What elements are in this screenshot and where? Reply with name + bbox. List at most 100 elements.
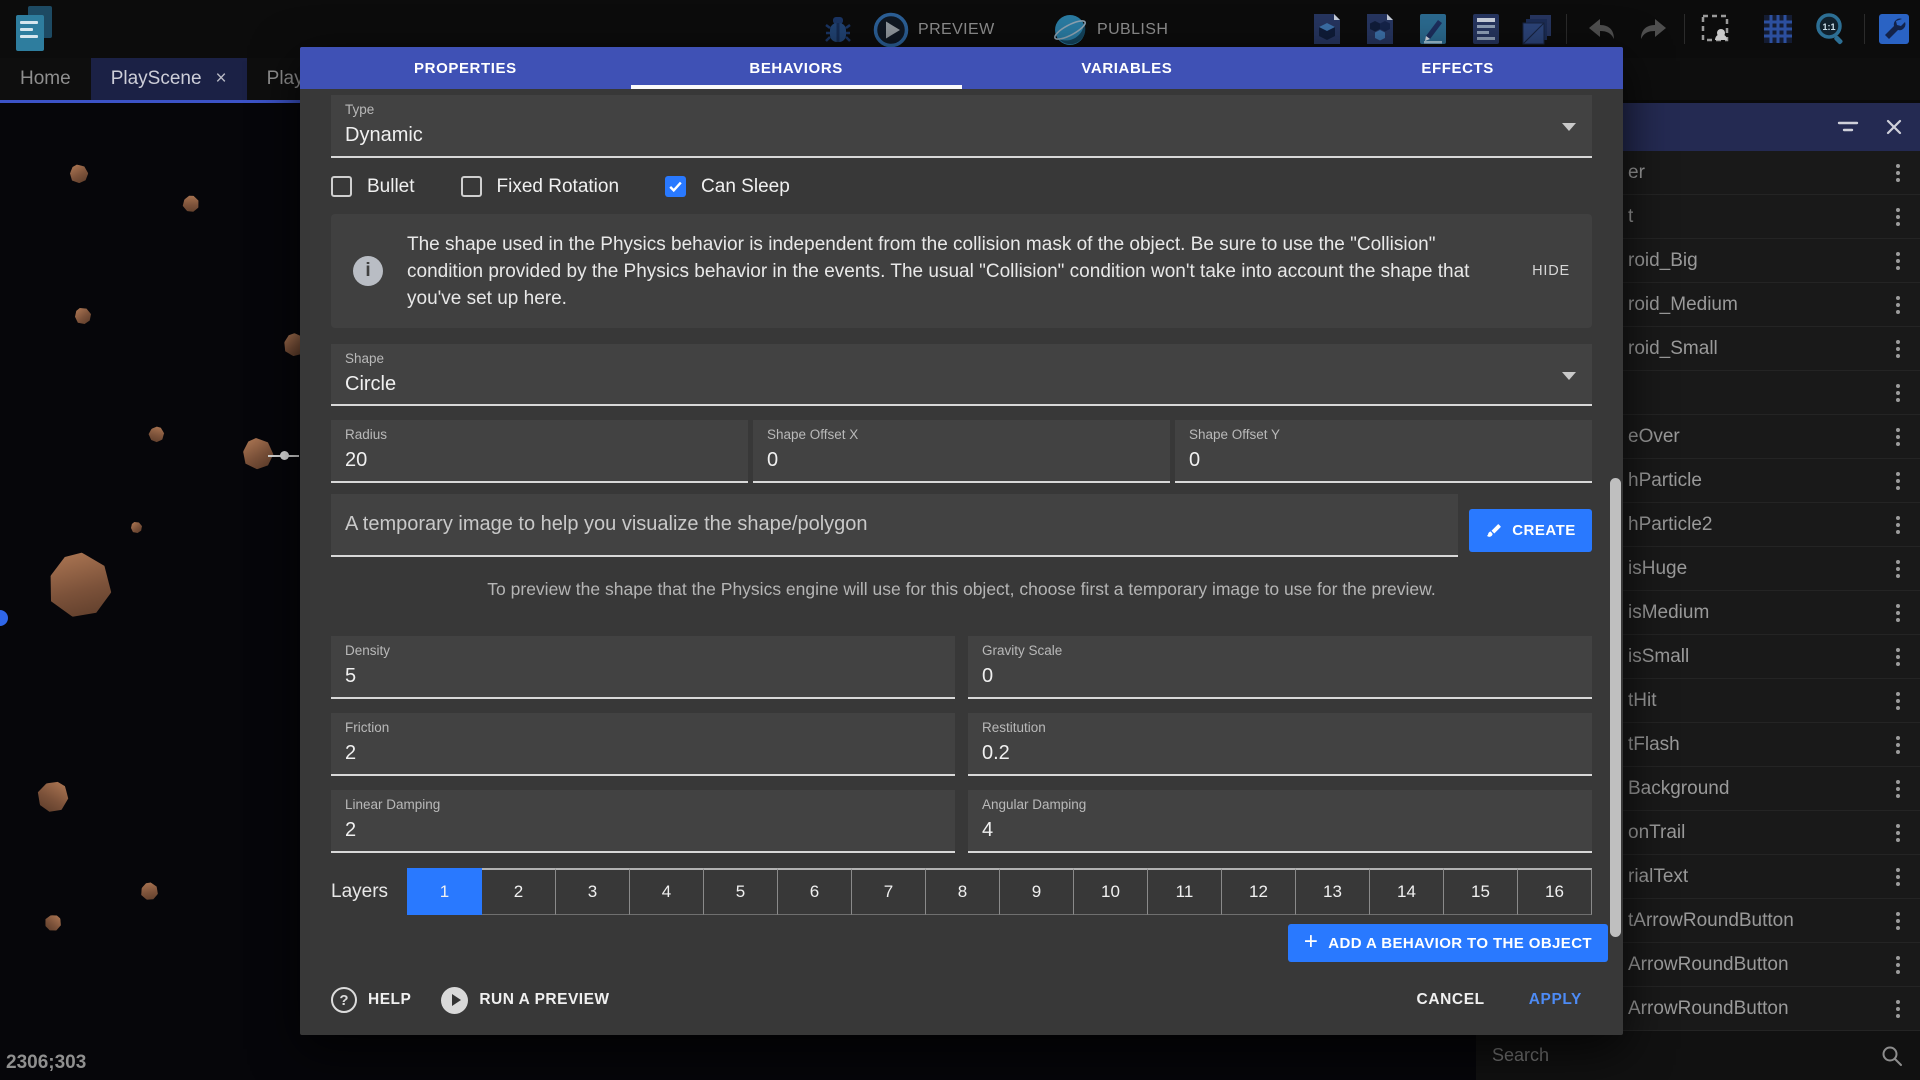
kebab-menu-icon[interactable] — [1892, 820, 1904, 846]
temp-image-field[interactable]: A temporary image to help you visualize … — [331, 494, 1458, 557]
layer-cell-1[interactable]: 1 — [407, 868, 482, 915]
search-input[interactable] — [1492, 1045, 1880, 1066]
layer-cell-4[interactable]: 4 — [630, 868, 704, 915]
tab-properties[interactable]: PROPERTIES — [300, 47, 631, 89]
asteroid-object[interactable] — [240, 436, 277, 473]
density-field[interactable]: Density 5 — [331, 636, 955, 699]
asteroid-object[interactable] — [39, 545, 121, 627]
objects-group-icon[interactable] — [1362, 11, 1398, 47]
asteroid-object[interactable] — [34, 778, 72, 816]
kebab-menu-icon[interactable] — [1892, 556, 1904, 582]
shape-offset-y-field[interactable]: Shape Offset Y 0 — [1175, 420, 1592, 483]
layer-cell-11[interactable]: 11 — [1148, 868, 1222, 915]
kebab-menu-icon[interactable] — [1892, 292, 1904, 318]
preview-button[interactable]: PREVIEW — [872, 11, 995, 49]
type-select[interactable]: Type Dynamic — [331, 95, 1592, 158]
tab-playscene[interactable]: PlayScene × — [91, 58, 247, 100]
debug-icon[interactable] — [820, 11, 856, 47]
object-name: roid_Small — [1628, 338, 1892, 360]
bullet-checkbox[interactable]: Bullet — [331, 176, 415, 198]
kebab-menu-icon[interactable] — [1892, 952, 1904, 978]
layer-cell-6[interactable]: 6 — [778, 868, 852, 915]
layers-stack-icon[interactable] — [1519, 11, 1555, 47]
shape-select[interactable]: Shape Circle — [331, 344, 1592, 406]
grid-icon[interactable] — [1760, 11, 1796, 47]
filter-icon[interactable] — [1836, 115, 1860, 139]
zoom-1-1-icon[interactable]: 1:1 — [1813, 11, 1849, 47]
layer-cell-16[interactable]: 16 — [1518, 868, 1592, 915]
brush-icon — [1485, 522, 1503, 540]
help-button[interactable]: ? HELP — [331, 987, 411, 1013]
layer-cell-15[interactable]: 15 — [1444, 868, 1518, 915]
kebab-menu-icon[interactable] — [1892, 512, 1904, 538]
object-search[interactable] — [1476, 1031, 1920, 1080]
create-image-button[interactable]: CREATE — [1469, 509, 1592, 552]
add-behavior-button[interactable]: + ADD A BEHAVIOR TO THE OBJECT — [1288, 924, 1608, 962]
layer-cell-12[interactable]: 12 — [1222, 868, 1296, 915]
close-icon[interactable] — [1884, 117, 1904, 137]
tab-variables[interactable]: VARIABLES — [962, 47, 1293, 89]
kebab-menu-icon[interactable] — [1892, 380, 1904, 406]
kebab-menu-icon[interactable] — [1892, 908, 1904, 934]
layer-cell-13[interactable]: 13 — [1296, 868, 1370, 915]
layer-cell-5[interactable]: 5 — [704, 868, 778, 915]
layer-cell-8[interactable]: 8 — [926, 868, 1000, 915]
asteroid-object[interactable] — [69, 164, 90, 185]
asteroid-object[interactable] — [44, 914, 63, 933]
layer-cell-9[interactable]: 9 — [1000, 868, 1074, 915]
tab-behaviors[interactable]: BEHAVIORS — [631, 47, 962, 89]
scene-objects-icon[interactable] — [1309, 11, 1345, 47]
kebab-menu-icon[interactable] — [1892, 600, 1904, 626]
dialog-scrollbar[interactable] — [1610, 478, 1621, 937]
render-settings-icon[interactable] — [1876, 11, 1912, 47]
kebab-menu-icon[interactable] — [1892, 996, 1904, 1022]
asteroid-object[interactable] — [180, 193, 203, 216]
shape-offset-x-field[interactable]: Shape Offset X 0 — [753, 420, 1170, 483]
hide-alert-button[interactable]: HIDE — [1532, 263, 1570, 279]
mask-selection-icon[interactable] — [1697, 11, 1733, 47]
friction-field[interactable]: Friction 2 — [331, 713, 955, 776]
selection-handle[interactable] — [280, 451, 289, 460]
linear-damping-field[interactable]: Linear Damping 2 — [331, 790, 955, 853]
cancel-button[interactable]: CANCEL — [1417, 991, 1485, 1009]
asteroid-object[interactable] — [138, 880, 161, 903]
tab-close-icon[interactable]: × — [216, 68, 227, 90]
apply-button[interactable]: APPLY — [1529, 991, 1582, 1009]
scene-edit-icon[interactable] — [1415, 11, 1451, 47]
project-manager-icon[interactable] — [14, 6, 60, 54]
gravity-scale-field[interactable]: Gravity Scale 0 — [968, 636, 1592, 699]
kebab-menu-icon[interactable] — [1892, 732, 1904, 758]
layer-cell-3[interactable]: 3 — [556, 868, 630, 915]
redo-icon[interactable] — [1635, 11, 1671, 47]
kebab-menu-icon[interactable] — [1892, 336, 1904, 362]
can-sleep-checkbox[interactable]: Can Sleep — [665, 176, 790, 198]
kebab-menu-icon[interactable] — [1892, 468, 1904, 494]
kebab-menu-icon[interactable] — [1892, 160, 1904, 186]
kebab-menu-icon[interactable] — [1892, 204, 1904, 230]
layer-cell-10[interactable]: 10 — [1074, 868, 1148, 915]
kebab-menu-icon[interactable] — [1892, 248, 1904, 274]
kebab-menu-icon[interactable] — [1892, 776, 1904, 802]
properties-list-icon[interactable] — [1468, 11, 1504, 47]
restitution-field[interactable]: Restitution 0.2 — [968, 713, 1592, 776]
kebab-menu-icon[interactable] — [1892, 424, 1904, 450]
publish-button[interactable]: PUBLISH — [1051, 11, 1168, 49]
radius-field[interactable]: Radius 20 — [331, 420, 748, 483]
layer-cell-14[interactable]: 14 — [1370, 868, 1444, 915]
kebab-menu-icon[interactable] — [1892, 644, 1904, 670]
run-preview-button[interactable]: RUN A PREVIEW — [441, 987, 609, 1014]
layer-cell-2[interactable]: 2 — [482, 868, 556, 915]
help-icon: ? — [331, 987, 357, 1013]
angular-damping-field[interactable]: Angular Damping 4 — [968, 790, 1592, 853]
asteroid-object[interactable] — [146, 424, 167, 445]
fixed-rotation-checkbox[interactable]: Fixed Rotation — [461, 176, 620, 198]
layer-cell-7[interactable]: 7 — [852, 868, 926, 915]
asteroid-object[interactable] — [131, 522, 142, 533]
tab-effects[interactable]: EFFECTS — [1292, 47, 1623, 89]
undo-icon[interactable] — [1584, 11, 1620, 47]
tab-home[interactable]: Home — [0, 58, 91, 100]
publish-label: PUBLISH — [1097, 21, 1168, 39]
kebab-menu-icon[interactable] — [1892, 688, 1904, 714]
asteroid-object[interactable] — [75, 308, 91, 324]
kebab-menu-icon[interactable] — [1892, 864, 1904, 890]
